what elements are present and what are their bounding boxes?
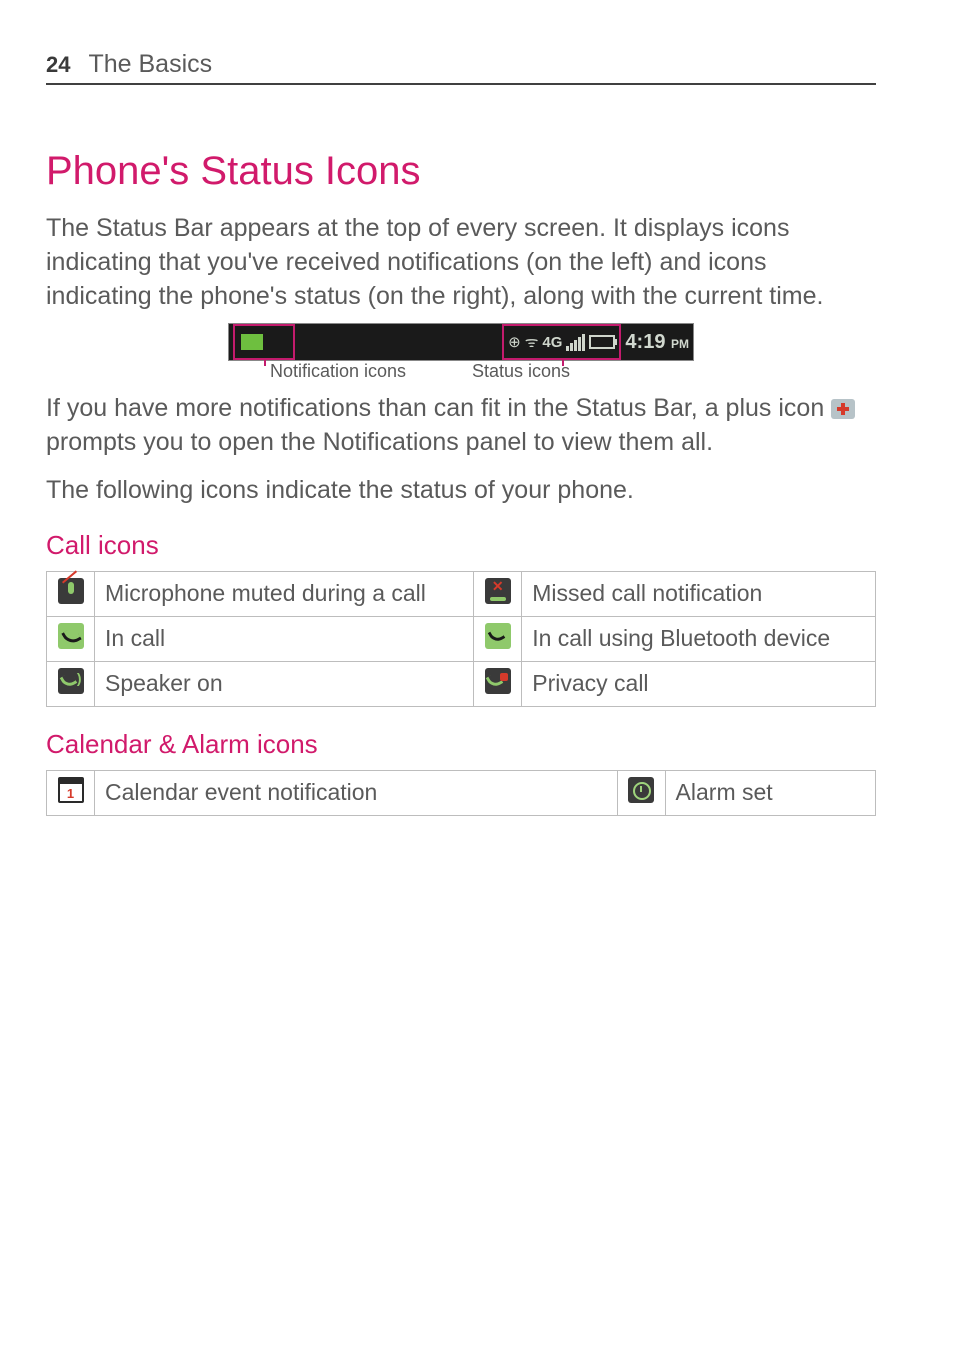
microphone-muted-icon — [58, 578, 84, 604]
cell-missed-call: Missed call notification — [522, 571, 876, 616]
signal-icon — [566, 334, 585, 351]
page-number: 24 — [46, 52, 70, 78]
page-header: 24 The Basics — [46, 50, 876, 85]
status-bar: ⊕ ᯤ 4G 4:19 PM — [228, 323, 694, 361]
bluetooth-call-icon — [485, 623, 511, 649]
privacy-call-icon — [485, 668, 511, 694]
table-row: Speaker on Privacy call — [47, 661, 876, 706]
cell-mic-muted: Microphone muted during a call — [95, 571, 474, 616]
status-area-highlight: ⊕ ᯤ 4G — [502, 324, 621, 360]
in-call-icon — [58, 623, 84, 649]
calendar-alarm-heading: Calendar & Alarm icons — [46, 729, 876, 760]
caption-status-icons: Status icons — [448, 361, 694, 382]
plus-icon-paragraph: If you have more notifications than can … — [46, 392, 876, 460]
cell-in-call: In call — [95, 616, 474, 661]
cell-calendar-event: Calendar event notification — [95, 770, 618, 815]
cell-speaker-on: Speaker on — [95, 661, 474, 706]
call-icons-heading: Call icons — [46, 530, 876, 561]
cell-bt-call: In call using Bluetooth device — [522, 616, 876, 661]
following-paragraph: The following icons indicate the status … — [46, 474, 876, 508]
status-bar-time: 4:19 PM — [625, 331, 689, 354]
cell-privacy-call: Privacy call — [522, 661, 876, 706]
section-title: The Basics — [88, 50, 212, 79]
calendar-alarm-table: Calendar event notification Alarm set — [46, 770, 876, 816]
battery-icon — [589, 335, 615, 349]
status-bar-captions: Notification icons Status icons — [228, 361, 694, 382]
message-icon — [241, 334, 263, 350]
caption-notification-icons: Notification icons — [228, 361, 448, 382]
alarm-set-icon — [628, 777, 654, 803]
call-icons-table: Microphone muted during a call Missed ca… — [46, 571, 876, 707]
gps-icon: ⊕ — [508, 333, 521, 351]
table-row: Calendar event notification Alarm set — [47, 770, 876, 815]
intro-paragraph: The Status Bar appears at the top of eve… — [46, 212, 876, 313]
missed-call-icon — [485, 578, 511, 604]
nfc-icon: ᯤ — [525, 332, 539, 352]
notification-area-highlight — [233, 324, 295, 360]
speaker-on-icon — [58, 668, 84, 694]
table-row: Microphone muted during a call Missed ca… — [47, 571, 876, 616]
cell-alarm-set: Alarm set — [665, 770, 875, 815]
plus-icon — [831, 399, 855, 419]
table-row: In call In call using Bluetooth device — [47, 616, 876, 661]
page-title: Phone's Status Icons — [46, 149, 876, 194]
data-network-label: 4G — [542, 334, 562, 351]
status-bar-illustration: ⊕ ᯤ 4G 4:19 PM Notification icons Status… — [46, 323, 876, 382]
calendar-event-icon — [58, 777, 84, 803]
